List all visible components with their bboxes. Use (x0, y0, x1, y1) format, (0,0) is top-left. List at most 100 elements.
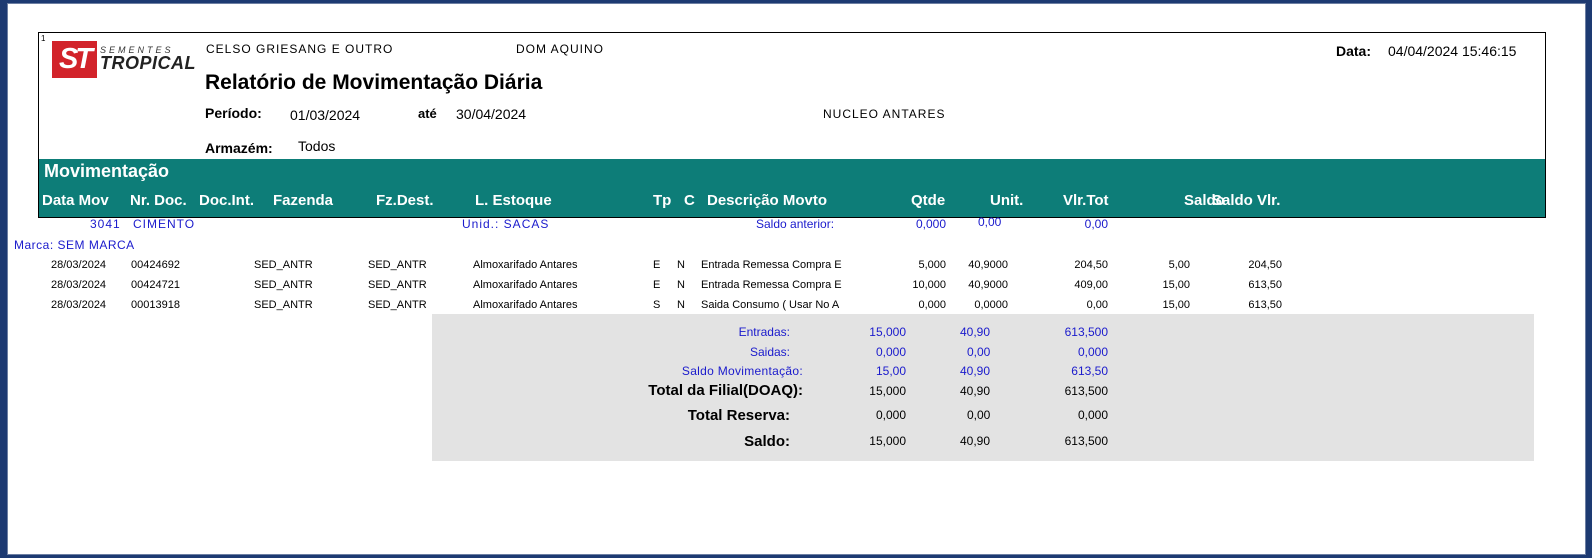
summary-label: Total da Filial(DOAQ): (648, 382, 803, 399)
logo-mark: ST (52, 41, 97, 78)
row-dest-farm: SED_ANTR (368, 279, 427, 291)
previous-balance-label: Saldo anterior: (756, 217, 835, 231)
summary-qty: 15,000 (869, 325, 906, 339)
row-qty: 10,000 (912, 279, 946, 291)
product-unit: Unid.: SACAS (462, 217, 550, 231)
product-brand: Marca: SEM MARCA (14, 238, 135, 252)
col-header-doc: Nr. Doc. (130, 192, 187, 209)
summary-label: Entradas: (738, 325, 790, 339)
summary-label: Saldo: (744, 433, 790, 450)
summary-total: 613,500 (1064, 434, 1108, 448)
summary-unit: 40,90 (960, 434, 991, 448)
viewer-background: { "header": { "corner_number": "1", "log… (0, 0, 1592, 558)
col-header-dest-farm: Fz.Dest. (376, 192, 434, 209)
row-balance-value: 204,50 (1248, 259, 1282, 271)
row-date: 28/03/2024 (51, 259, 107, 271)
row-balance-value: 613,50 (1248, 299, 1282, 311)
summary-unit: 40,90 (960, 325, 991, 339)
period-start: 01/03/2024 (290, 107, 361, 123)
summary-label: Saidas: (749, 345, 790, 359)
row-farm: SED_ANTR (254, 299, 313, 311)
product-code: 3041 (90, 217, 121, 231)
summary-unit: 0,00 (967, 345, 991, 359)
row-description: Entrada Remessa Compra E (701, 279, 842, 291)
previous-balance-total: 0,00 (1084, 217, 1108, 231)
row-dest-farm: SED_ANTR (368, 259, 427, 271)
row-doc: 00424721 (131, 279, 180, 291)
row-total: 0,00 (1086, 299, 1108, 311)
row-balance: 5,00 (1168, 259, 1190, 271)
period-until-label: até (418, 106, 437, 121)
row-balance: 15,00 (1162, 299, 1190, 311)
summary-qty: 0,000 (875, 345, 906, 359)
col-header-balance-value: Saldo Vlr. (1212, 192, 1281, 209)
col-header-date: Data Mov (42, 192, 109, 209)
summary-unit: 40,90 (960, 364, 991, 378)
period-end: 30/04/2024 (456, 106, 527, 122)
summary-total: 0,000 (1077, 408, 1108, 422)
col-header-description: Descrição Movto (707, 192, 828, 209)
row-total: 409,00 (1074, 279, 1108, 291)
col-header-type: Tp (653, 192, 672, 209)
warehouse-label: Armazém: (205, 140, 273, 156)
section-title: Movimentação (44, 161, 170, 181)
product-name: CIMENTO (133, 217, 196, 231)
summary-total: 613,500 (1064, 325, 1108, 339)
summary-qty: 15,000 (869, 434, 906, 448)
col-header-qty: Qtde (911, 192, 946, 209)
row-farm: SED_ANTR (254, 259, 313, 271)
row-description: Entrada Remessa Compra E (701, 259, 842, 271)
row-doc: 00424692 (131, 259, 180, 271)
row-c: N (677, 299, 685, 311)
summary-label: Saldo Movimentação: (681, 364, 803, 378)
page-corner-number: 1 (41, 34, 46, 43)
sementes-tropical-logo: ST SEMENTES TROPICAL (52, 39, 196, 81)
row-unit: 40,9000 (968, 279, 1008, 291)
row-unit: 0,0000 (974, 299, 1008, 311)
summary-unit: 0,00 (967, 408, 991, 422)
row-c: N (677, 279, 685, 291)
row-stock: Almoxarifado Antares (473, 299, 578, 311)
row-doc: 00013918 (131, 299, 180, 311)
row-type: E (653, 259, 661, 271)
row-balance-value: 613,50 (1248, 279, 1282, 291)
logo-brand-main: TROPICAL (100, 53, 196, 73)
col-header-stock: L. Estoque (475, 192, 552, 209)
col-header-doc-int: Doc.Int. (199, 192, 254, 209)
report-title: Relatório de Movimentação Diária (205, 71, 543, 94)
report-page: 1 ST SEMENTES TROPICAL CELSO GRIESANG E … (7, 3, 1586, 555)
previous-balance-qty: 0,000 (915, 217, 946, 231)
row-date: 28/03/2024 (51, 299, 107, 311)
date-label: Data: (1336, 43, 1372, 59)
row-stock: Almoxarifado Antares (473, 279, 578, 291)
col-header-total: Vlr.Tot (1063, 192, 1109, 209)
row-qty: 0,000 (918, 299, 946, 311)
col-header-c: C (684, 192, 695, 209)
row-type: S (653, 299, 661, 311)
company-location: DOM AQUINO (516, 42, 605, 56)
summary-unit: 40,90 (960, 384, 991, 398)
summary-label: Total Reserva: (687, 407, 790, 424)
row-farm: SED_ANTR (254, 279, 313, 291)
summary-qty: 15,00 (875, 364, 906, 378)
summary-total: 613,50 (1071, 364, 1108, 378)
period-label: Período: (205, 105, 262, 121)
date-value: 04/04/2024 15:46:15 (1388, 43, 1517, 59)
row-total: 204,50 (1074, 259, 1108, 271)
row-dest-farm: SED_ANTR (368, 299, 427, 311)
row-stock: Almoxarifado Antares (473, 259, 578, 271)
nucleo-name: NUCLEO ANTARES (823, 107, 946, 121)
report-header-box: 1 ST SEMENTES TROPICAL CELSO GRIESANG E … (38, 32, 1546, 218)
summary-qty: 0,000 (875, 408, 906, 422)
previous-balance-unit: 0,00 (978, 215, 1002, 229)
row-balance: 15,00 (1162, 279, 1190, 291)
col-header-unit: Unit. (990, 192, 1024, 209)
summary-total: 0,000 (1077, 345, 1108, 359)
company-name: CELSO GRIESANG E OUTRO (206, 42, 394, 56)
summary-qty: 15,000 (869, 384, 906, 398)
row-description: Saida Consumo ( Usar No A (701, 299, 840, 311)
warehouse-value: Todos (298, 138, 336, 154)
row-type: E (653, 279, 661, 291)
row-qty: 5,000 (918, 259, 946, 271)
col-header-farm: Fazenda (273, 192, 334, 209)
